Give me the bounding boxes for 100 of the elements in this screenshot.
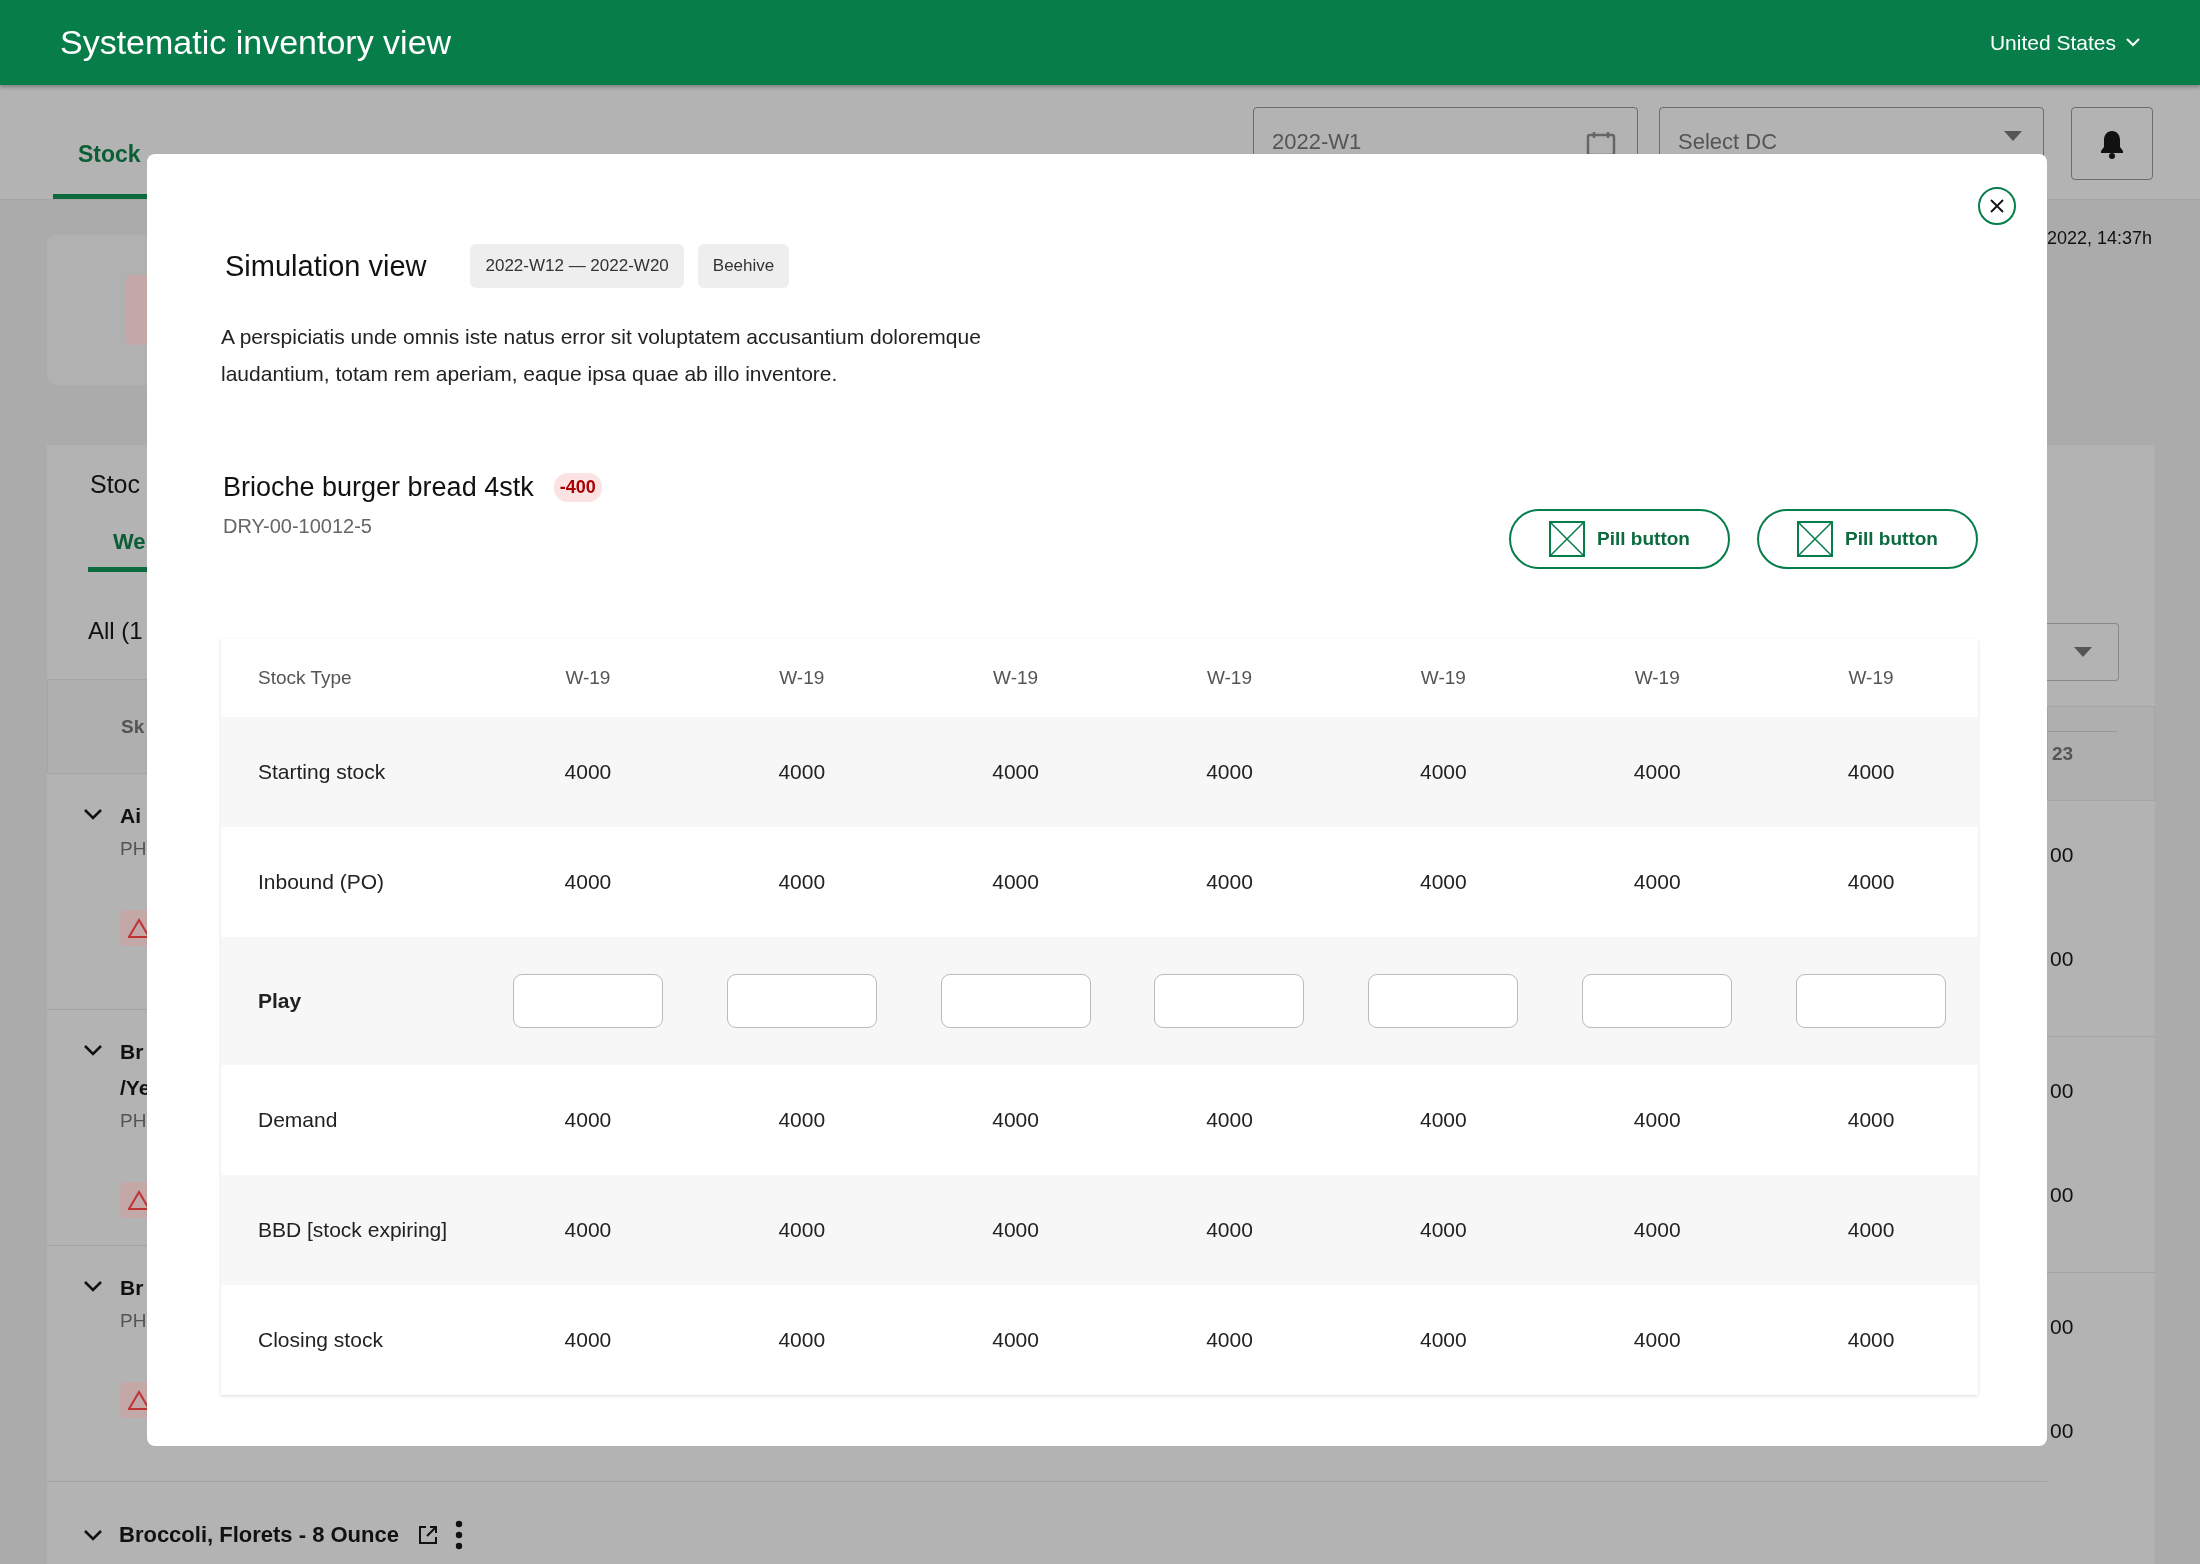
table-cell: 4000 [992,1328,1039,1351]
table-cell: 4000 [992,1108,1039,1131]
table-cell: 4000 [778,1328,826,1351]
country-select[interactable]: United States [1989,30,2140,55]
dialog-title: Simulation view [225,249,427,283]
input-field[interactable] [1796,974,1947,1028]
product-name: Ai [120,803,142,829]
product-code: PH [120,1310,147,1332]
pill-button[interactable]: Pill button [1509,509,1730,569]
row-label: Starting stock [257,760,387,784]
chevron-down-icon[interactable] [83,1529,103,1541]
table-cell: 4000 [778,1108,826,1131]
table-cell: 4000 [564,760,612,783]
product-code: PH [120,838,147,860]
column-header: W-19 [1419,667,1467,689]
table-cell: 4000 [992,870,1039,893]
table-cell: 4000 [1206,870,1253,893]
column-header: W-19 [1205,667,1253,689]
table-cell: 4000 [1206,1218,1253,1241]
table-cell-text: 00 [2049,1183,2075,1208]
input-field[interactable] [1154,974,1305,1028]
column-header: W-19 [1847,667,1895,689]
input-field[interactable] [940,974,1091,1028]
table-cell: 4000 [1206,1108,1253,1131]
column-header: W-19 [778,667,826,689]
column-header: W-19 [1633,667,1681,689]
table-cell: 4000 [992,760,1039,783]
table-cell-text: 00 [2049,843,2075,868]
product-code: PH [120,1110,148,1132]
table-cell: 4000 [1206,760,1253,783]
table-cell: 4000 [1206,1328,1253,1351]
column-header: Stock Type [257,667,353,689]
product-name: Br [120,1039,145,1065]
tag: Beehive [697,244,790,288]
row-label: BBD [stock expiring] [257,1218,449,1242]
caret-down-icon [2004,131,2022,141]
table-cell: 4000 [1633,760,1681,783]
table-cell: 4000 [1847,760,1895,783]
table-cell: 4000 [992,1218,1039,1241]
app-title: Systematic inventory view [60,23,452,62]
description: A perspiciatis unde omnis iste natus error sit voluptatem accusantium doloremque laudantium, totam rem aperiam, eaque ipsa quae ab illo inventore. [221,324,982,387]
table-cell: 4000 [1847,1108,1895,1131]
product-sku: DRY-00-10012-5 [222,515,373,538]
input-field[interactable] [726,974,877,1028]
table-cell: 4000 [1420,1218,1467,1241]
table-cell: 4000 [1420,760,1467,783]
column-header: W-19 [564,667,612,689]
stock-badge: -400 [553,473,602,502]
chevron-down-icon[interactable] [83,808,103,820]
chevron-down-icon [2126,38,2140,47]
row-label: Demand [257,1108,339,1132]
product-name: Brioche burger bread 4stk [223,472,534,503]
warning-icon [128,918,150,938]
caret-down-icon [2073,647,2092,657]
column-header: 23 [2052,742,2074,765]
table-cell: 4000 [564,1328,612,1351]
row-label: Inbound (PO) [257,870,386,894]
warning-icon [128,1390,150,1410]
product-name: Br [120,1275,145,1301]
table-cell: 4000 [1633,1328,1681,1351]
pill-button[interactable]: Pill button [1757,509,1978,569]
column-header: W-19 [992,667,1040,689]
tag: 2022-W12 — 2022-W20 [470,244,684,288]
table-cell: 4000 [564,1218,612,1241]
product-name: Broccoli, Florets - 8 Ounce [119,1522,399,1548]
table-cell: 4000 [1847,1328,1895,1351]
table-cell: 4000 [1633,1218,1681,1241]
notifications-button[interactable] [2071,107,2153,180]
table-cell: 4000 [1847,870,1895,893]
table-cell-text: 00 [2049,1079,2075,1104]
image-placeholder-icon [1797,521,1834,557]
table-cell-text: 00 [2049,947,2075,972]
row-label: Closing stock [257,1328,384,1352]
table-cell: 4000 [564,870,612,893]
table-cell-text: 00 [2049,1315,2075,1340]
more-icon[interactable] [454,1520,463,1550]
input-field[interactable] [1368,974,1519,1028]
table-cell: 4000 [1847,1218,1895,1241]
table-cell: 4000 [778,1218,826,1241]
table-cell: 4000 [1420,1328,1467,1351]
table-cell: 4000 [1633,870,1681,893]
close-button[interactable] [1978,187,2016,225]
chevron-down-icon[interactable] [83,1280,103,1292]
input-field[interactable] [512,974,663,1028]
filter-label: All (1 [88,617,143,646]
table-cell: 4000 [778,760,826,783]
panel-title: Stoc [90,470,141,499]
table-cell: 4000 [564,1108,612,1131]
warning-icon [128,1190,150,1210]
external-link-icon[interactable] [416,1524,439,1546]
table-cell: 4000 [778,870,826,893]
column-header: Sk [121,715,145,738]
chevron-down-icon[interactable] [83,1044,103,1056]
row-label: Play [257,989,303,1013]
table-cell: 4000 [1420,1108,1467,1131]
input-field[interactable] [1582,974,1733,1028]
bell-icon [2099,128,2125,159]
table-cell: 4000 [1420,870,1467,893]
table-cell: 4000 [1633,1108,1681,1131]
last-updated: 2022, 14:37h [2047,228,2154,250]
